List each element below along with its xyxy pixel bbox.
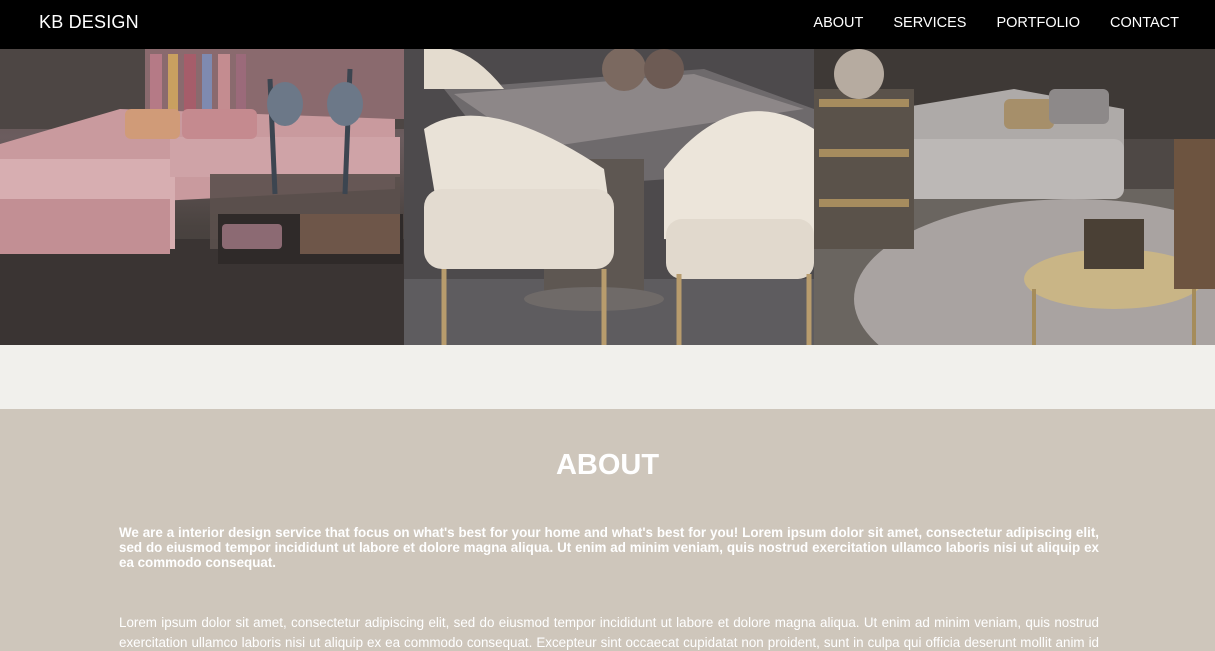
hero-image-dining-chairs xyxy=(404,49,814,345)
hero-image-living-room xyxy=(814,49,1215,345)
about-title: ABOUT xyxy=(555,449,660,481)
nav-links: ABOUT SERVICES PORTFOLIO CONTACT xyxy=(813,15,1179,31)
nav-link-contact[interactable]: CONTACT xyxy=(1110,15,1179,31)
section-spacer xyxy=(0,345,1215,409)
nav-link-portfolio[interactable]: PORTFOLIO xyxy=(996,15,1080,31)
about-intro-paragraph: We are a interior design service that fo… xyxy=(119,525,1099,570)
about-body-paragraph: Lorem ipsum dolor sit amet, consectetur … xyxy=(119,615,1099,650)
nav-link-services[interactable]: SERVICES xyxy=(893,15,966,31)
top-navbar: KB DESIGN ABOUT SERVICES PORTFOLIO CONTA… xyxy=(0,0,1215,49)
hero-gallery xyxy=(0,49,1215,345)
brand-logo[interactable]: KB DESIGN xyxy=(39,12,139,33)
nav-link-about[interactable]: ABOUT xyxy=(813,15,863,31)
hero-image-pink-sofa xyxy=(0,49,404,345)
about-section: ABOUT We are a interior design service t… xyxy=(0,409,1215,651)
